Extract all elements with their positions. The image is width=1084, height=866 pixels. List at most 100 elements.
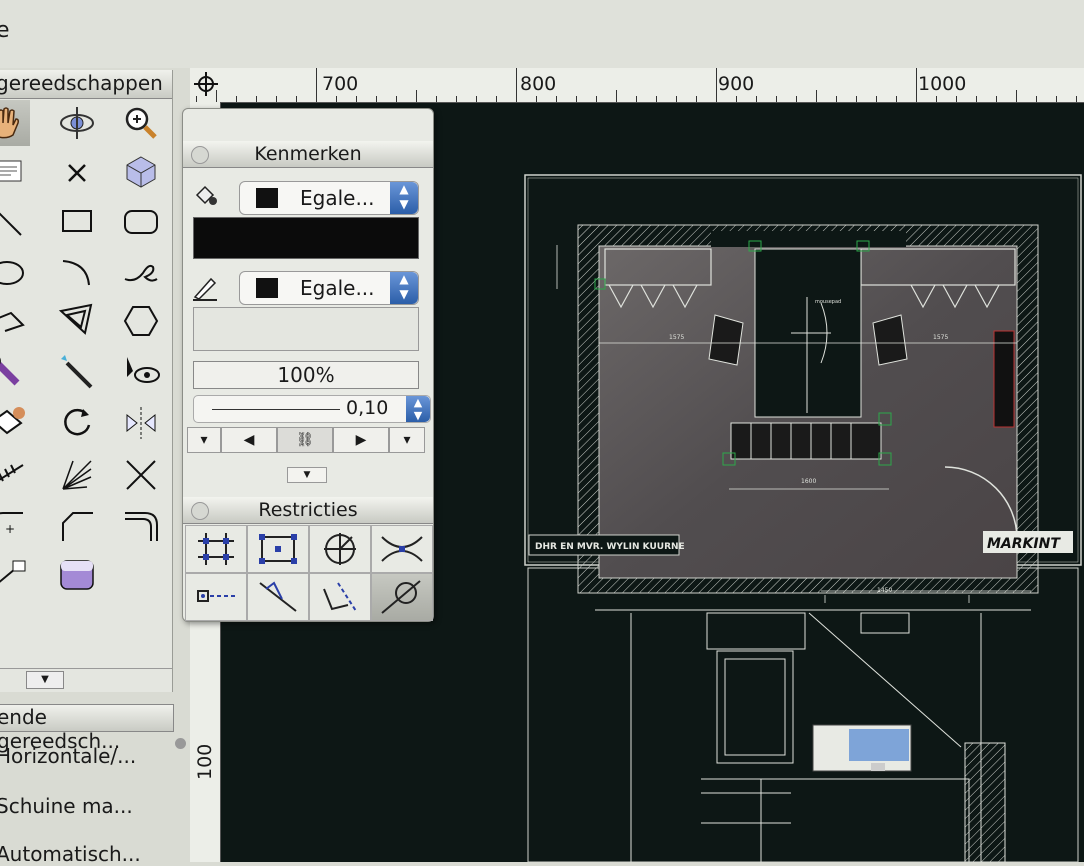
snap-item-horizontal[interactable]: Horizontale/... <box>0 744 136 768</box>
eyedropper-tool-icon[interactable] <box>0 350 30 396</box>
freehand-tool-icon[interactable] <box>118 250 164 296</box>
ruler-tick <box>516 68 517 102</box>
chevron-updown-icon: ▲ ▼ <box>390 272 418 304</box>
hatch-tool-icon[interactable] <box>0 452 30 498</box>
chevron-updown-icon: ▲ ▼ <box>390 182 418 214</box>
ruler-tick <box>1076 96 1077 102</box>
rotate-tool-icon[interactable] <box>54 400 100 446</box>
paint-bucket-tool-icon[interactable] <box>0 400 30 446</box>
offset-tool-icon[interactable] <box>118 502 164 548</box>
ruler-tick <box>636 96 637 102</box>
ruler-label-1000: 1000 <box>918 73 967 95</box>
pen-style-dropdown[interactable]: Egale... ▲ ▼ <box>239 271 419 305</box>
menu-title-fragment[interactable]: e <box>0 18 10 43</box>
snap-item-automatic[interactable]: Automatisch... <box>0 842 141 866</box>
ruler-label-700: 700 <box>322 73 359 95</box>
visibility-tool-icon[interactable] <box>118 350 164 396</box>
palette-resize-handle[interactable] <box>175 738 186 749</box>
ruler-tick <box>696 96 697 102</box>
end-arrow-button[interactable]: ▶ <box>333 427 389 453</box>
ruler-label-900: 900 <box>718 73 755 95</box>
snap-tangent-line-icon[interactable] <box>247 573 309 621</box>
pen-icon <box>193 277 217 301</box>
ruler-tick <box>756 96 757 102</box>
arc-tool-icon[interactable] <box>54 250 100 296</box>
ruler-tick <box>596 96 597 102</box>
fillet-tool-icon[interactable]: + <box>0 502 30 548</box>
svg-text:1600: 1600 <box>801 478 816 485</box>
ruler-tick <box>916 68 917 102</box>
ruler-tick <box>496 96 497 102</box>
ruler-tick <box>936 96 937 102</box>
pen-preview[interactable] <box>193 307 419 351</box>
ruler-tick <box>316 68 317 102</box>
opacity-field[interactable]: 100% <box>193 361 419 389</box>
ruler-tick <box>296 96 297 102</box>
trim-tool-icon[interactable] <box>118 452 164 498</box>
mirror-tool-icon[interactable] <box>118 400 164 446</box>
kenmerken-collapse-button[interactable]: ▼ <box>287 467 327 483</box>
snap-tangent-circle-icon[interactable] <box>371 573 433 621</box>
chamfer-tool-icon[interactable] <box>54 502 100 548</box>
svg-text:mousepad: mousepad <box>815 299 841 305</box>
ruler-tick <box>576 96 577 102</box>
snap-angle-icon[interactable] <box>309 525 371 573</box>
hexagon-tool-icon[interactable] <box>118 298 164 344</box>
ruler-tick <box>976 96 977 102</box>
kenmerken-close-button[interactable] <box>191 146 209 164</box>
ruler-tick <box>996 96 997 102</box>
end-marker-dropdown[interactable]: ▾ <box>389 427 425 453</box>
magic-wand-tool-icon[interactable] <box>54 350 100 396</box>
ruler-tick <box>816 90 817 102</box>
svg-text:1450: 1450 <box>877 587 892 594</box>
snap-palette-title[interactable]: ende gereedsch... <box>0 704 174 753</box>
snap-grid-icon[interactable] <box>185 525 247 573</box>
ruler-tick <box>1056 96 1057 102</box>
double-polygon-tool-icon[interactable] <box>54 298 100 344</box>
ellipse-tool-icon[interactable] <box>0 250 30 296</box>
ruler-label-800: 800 <box>520 73 557 95</box>
ruler-tick <box>896 96 897 102</box>
restricties-title[interactable]: Restricties <box>183 497 433 524</box>
horizontal-ruler[interactable]: 700 800 900 1000 <box>190 68 1084 103</box>
snap-object-icon[interactable] <box>247 525 309 573</box>
rounded-rectangle-tool-icon[interactable] <box>118 198 164 244</box>
rotate-view-icon[interactable] <box>54 100 100 146</box>
fill-color-swatch <box>256 188 278 208</box>
pan-hand-icon[interactable] <box>0 100 30 146</box>
fill-style-dropdown[interactable]: Egale... ▲ ▼ <box>239 181 419 215</box>
polyline-tool-icon[interactable] <box>0 298 30 344</box>
rectangle-tool-icon[interactable] <box>54 198 100 244</box>
line-tool-icon[interactable] <box>0 198 30 244</box>
fill-preview[interactable] <box>193 217 419 259</box>
zoom-icon[interactable] <box>118 100 164 146</box>
connect-tool-icon[interactable] <box>0 552 30 598</box>
ruler-origin-icon[interactable] <box>194 72 218 96</box>
link-chain-icon[interactable]: ⛓ <box>277 427 333 453</box>
delete-x-icon[interactable] <box>54 150 100 196</box>
restricties-close-button[interactable] <box>191 502 209 520</box>
3d-cube-icon[interactable] <box>118 150 164 196</box>
snap-distance-icon[interactable] <box>185 573 247 621</box>
ruler-tick <box>796 96 797 102</box>
snap-perpendicular-icon[interactable] <box>309 573 371 621</box>
start-marker-dropdown[interactable]: ▾ <box>187 427 221 453</box>
snap-intersection-icon[interactable] <box>371 525 433 573</box>
line-thickness-dropdown[interactable]: 0,10 ▲ ▼ <box>193 395 431 423</box>
tools-palette-title[interactable]: gereedschappen <box>0 70 172 99</box>
start-arrow-button[interactable]: ◀ <box>221 427 277 453</box>
snap-item-oblique[interactable]: Schuine ma... <box>0 794 133 818</box>
ruler-tick <box>456 96 457 102</box>
kenmerken-title[interactable]: Kenmerken <box>183 141 433 168</box>
text-block-icon[interactable] <box>0 150 30 196</box>
svg-text:1575: 1575 <box>933 334 948 341</box>
ruler-tick <box>536 96 537 102</box>
company-logo: MARKINT <box>987 536 1061 552</box>
attributes-palette: Kenmerken Egale... ▲ ▼ Egale... ▲ ▼ 100% 0… <box>182 108 434 622</box>
fill-bucket-icon <box>195 185 217 205</box>
fan-tool-icon[interactable] <box>54 452 100 498</box>
line-thickness-sample <box>212 409 340 410</box>
tools-collapse-button[interactable]: ▼ <box>26 671 64 689</box>
ruler-tick <box>736 96 737 102</box>
wall-tool-icon[interactable] <box>54 552 100 598</box>
